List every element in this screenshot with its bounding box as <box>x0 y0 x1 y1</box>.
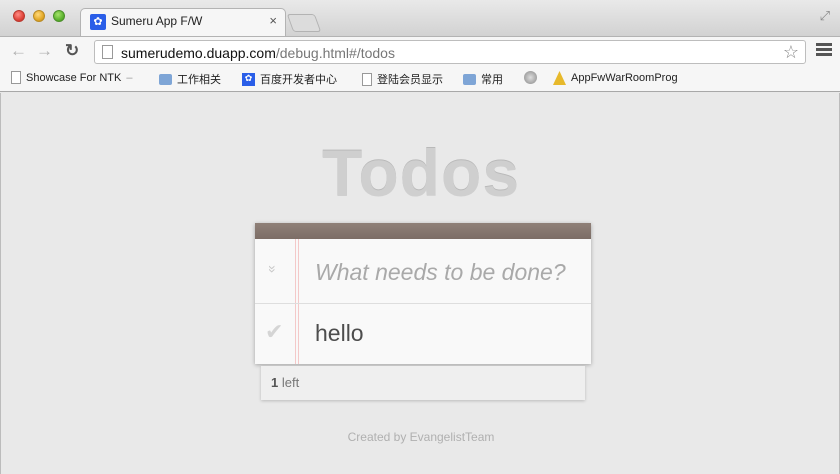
todo-count: 1 left <box>271 375 299 390</box>
bookmark-login-display[interactable]: 登陆会员显示 <box>362 71 443 87</box>
page-icon <box>11 71 21 84</box>
tab-title: Sumeru App F/W <box>111 14 203 28</box>
bookmarks-bar: Showcase For NTK – 工作相关 ✿ 百度开发者中心 登陆会员显示… <box>0 66 840 92</box>
page-viewport: Todos » ✔ hello 1 left Created by Evange… <box>0 93 840 474</box>
bookmark-label-suffix: – <box>126 71 133 84</box>
toggle-all-icon[interactable]: » <box>265 265 281 273</box>
bookmark-label: 工作相关 <box>177 74 221 86</box>
window-close-button[interactable] <box>13 10 25 22</box>
browser-tab[interactable]: ✿ Sumeru App F/W × <box>80 8 286 36</box>
bookmark-label: 百度开发者中心 <box>260 74 337 86</box>
margin-line <box>295 239 296 364</box>
url-path: /debug.html#/todos <box>275 45 395 61</box>
folder-icon <box>463 73 476 85</box>
divider <box>255 303 591 304</box>
bookmark-baidu-dev[interactable]: ✿ 百度开发者中心 <box>242 71 337 87</box>
window-titlebar: ✿ Sumeru App F/W × ⤢ <box>0 0 840 36</box>
bookmark-showcase[interactable]: Showcase For NTK – <box>11 71 133 84</box>
warning-icon <box>553 71 566 85</box>
new-todo-input[interactable] <box>315 256 585 288</box>
new-tab-button[interactable] <box>286 14 322 32</box>
todo-count-number: 1 <box>271 375 279 390</box>
reload-icon[interactable]: ↻ <box>65 41 79 61</box>
fullscreen-icon[interactable]: ⤢ <box>820 8 830 24</box>
browser-toolbar: ← → ↻ sumerudemo.duapp.com/debug.html#/t… <box>0 36 840 66</box>
margin-line <box>298 239 299 364</box>
folder-icon <box>159 73 172 85</box>
card-header <box>255 223 591 239</box>
bookmark-label: 常用 <box>481 74 503 86</box>
globe-icon <box>524 71 537 84</box>
app-title: Todos <box>321 136 521 210</box>
page-icon <box>102 45 113 59</box>
menu-icon[interactable] <box>816 43 832 58</box>
bookmark-label: Showcase For NTK <box>26 71 122 84</box>
bookmark-label: AppFwWarRoomProg <box>571 72 678 84</box>
back-arrow-icon[interactable]: ← <box>10 41 27 61</box>
url-text[interactable]: sumerudemo.duapp.com/debug.html#/todos <box>121 45 395 61</box>
window-maximize-button[interactable] <box>53 10 65 22</box>
todo-footer: 1 left <box>261 366 585 400</box>
todo-count-suffix: left <box>281 375 300 390</box>
window-minimize-button[interactable] <box>33 10 45 22</box>
todo-item-label[interactable]: hello <box>315 320 364 347</box>
url-host: sumerudemo.duapp.com <box>121 45 276 61</box>
bookmark-common[interactable]: 常用 <box>463 71 503 87</box>
paw-icon: ✿ <box>90 14 106 30</box>
bookmark-label: 登陆会员显示 <box>377 74 443 86</box>
credit-text: Created by EvangelistTeam <box>347 430 495 444</box>
address-bar[interactable]: sumerudemo.duapp.com/debug.html#/todos ☆ <box>94 40 806 64</box>
todo-checkbox-icon[interactable]: ✔ <box>265 319 283 345</box>
paw-icon: ✿ <box>242 72 255 86</box>
page-icon <box>362 72 372 86</box>
todo-card: » ✔ hello <box>255 223 591 364</box>
bookmark-globe[interactable] <box>524 71 537 84</box>
tab-close-icon[interactable]: × <box>269 13 277 28</box>
forward-arrow-icon[interactable]: → <box>36 41 53 61</box>
bookmark-appfw[interactable]: AppFwWarRoomProg <box>553 71 678 85</box>
bookmark-star-icon[interactable]: ☆ <box>783 42 799 63</box>
bookmark-work[interactable]: 工作相关 <box>159 71 221 87</box>
